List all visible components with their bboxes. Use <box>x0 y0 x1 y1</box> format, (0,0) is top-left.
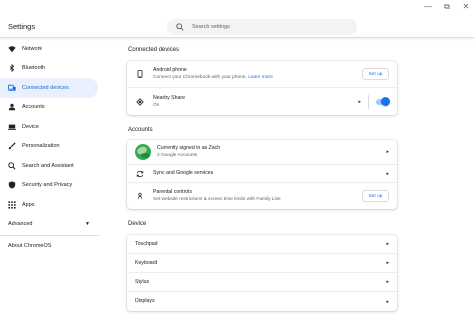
person-icon <box>8 103 16 111</box>
device-row-keyboard[interactable]: Keyboard ▸ <box>127 254 397 273</box>
device-row-touchpad[interactable]: Touchpad ▸ <box>127 235 397 254</box>
apps-grid-icon <box>8 201 16 209</box>
android-phone-row: Android phone Connect your Chromebook wi… <box>127 61 397 88</box>
header: Settings <box>0 0 474 38</box>
nearby-share-row[interactable]: Nearby Share On ▸ <box>127 88 397 115</box>
sidebar: Network Bluetooth Connected devices Acco… <box>0 39 100 256</box>
sidebar-item-about[interactable]: About ChromeOS <box>0 237 100 256</box>
chevron-right-icon[interactable]: ▸ <box>386 241 389 247</box>
main-content: Connected devices Android phone Connect … <box>120 39 410 311</box>
sidebar-advanced[interactable]: Advanced ▼ <box>0 215 98 234</box>
search-icon <box>8 162 16 170</box>
vertical-divider <box>368 94 369 109</box>
sidebar-item-security-and-privacy[interactable]: Security and Privacy <box>0 176 98 196</box>
toggle-knob <box>381 97 390 106</box>
android-phone-setup-button[interactable]: Set up <box>362 68 389 80</box>
chevron-right-icon[interactable]: ▸ <box>386 260 389 266</box>
android-phone-subtitle: Connect your Chromebook with your phone.… <box>153 75 273 80</box>
shield-icon <box>8 181 16 189</box>
section-title-device: Device <box>128 221 147 227</box>
sidebar-item-label: Device <box>22 123 39 130</box>
sidebar-item-label: Apps <box>22 201 35 208</box>
device-row-stylus[interactable]: Stylus ▸ <box>127 273 397 292</box>
sidebar-item-label: Connected devices <box>22 84 69 91</box>
section-title-accounts: Accounts <box>128 127 153 133</box>
parental-controls-subtitle: Set website restrictions & screen time l… <box>153 197 281 202</box>
phone-icon <box>135 69 145 79</box>
device-card: Touchpad ▸ Keyboard ▸ Stylus ▸ Displays … <box>127 235 397 311</box>
sync-row[interactable]: Sync and Google services ▸ <box>127 165 397 183</box>
learn-more-link[interactable]: Learn more <box>248 75 273 80</box>
wifi-icon <box>8 45 16 53</box>
sync-title: Sync and Google services <box>153 170 214 176</box>
parental-controls-row: Parental controls Set website restrictio… <box>127 183 397 209</box>
sidebar-item-apps[interactable]: Apps <box>0 195 98 215</box>
chevron-right-icon[interactable]: ▸ <box>386 299 389 305</box>
search-box[interactable] <box>167 19 357 35</box>
caret-down-icon: ▼ <box>85 221 90 227</box>
device-row-label: Displays <box>135 298 155 304</box>
parental-controls-title: Parental controls <box>153 189 192 195</box>
android-phone-title: Android phone <box>153 67 187 73</box>
sidebar-item-label: Accounts <box>22 104 45 111</box>
section-title-connected-devices: Connected devices <box>128 47 180 53</box>
family-link-icon <box>135 191 145 201</box>
device-row-label: Keyboard <box>135 259 158 266</box>
nearby-share-icon <box>135 97 145 107</box>
sidebar-item-label: About ChromeOS <box>8 243 52 249</box>
sidebar-item-personalization[interactable]: Personalization <box>0 137 98 157</box>
sidebar-item-network[interactable]: Network <box>0 39 98 59</box>
sidebar-item-device[interactable]: Device <box>0 117 98 137</box>
signed-in-title: Currently signed in as Zach <box>157 145 221 151</box>
sidebar-item-label: Network <box>22 45 43 52</box>
nearby-share-status: On <box>153 102 160 108</box>
device-row-label: Stylus <box>135 278 150 285</box>
signed-in-row[interactable]: Currently signed in as Zach 2 Google Acc… <box>127 140 397 165</box>
accounts-card: Currently signed in as Zach 2 Google Acc… <box>127 140 397 209</box>
laptop-icon <box>8 123 16 131</box>
minimize-button[interactable]: — <box>424 3 432 11</box>
sidebar-divider <box>0 234 100 236</box>
connected-devices-icon <box>8 84 16 92</box>
device-row-label: Touchpad <box>135 240 158 247</box>
brush-icon <box>8 142 16 150</box>
chevron-right-icon[interactable]: ▸ <box>386 149 389 155</box>
sidebar-item-label: Search and Assistant <box>22 162 74 169</box>
sidebar-item-bluetooth[interactable]: Bluetooth <box>0 59 98 79</box>
avatar <box>135 144 151 160</box>
chevron-right-icon[interactable]: ▸ <box>358 99 361 105</box>
search-icon <box>176 18 184 36</box>
sidebar-item-connected-devices[interactable]: Connected devices <box>0 78 98 98</box>
app-title: Settings <box>8 22 36 31</box>
sidebar-item-label: Security and Privacy <box>22 182 73 189</box>
window-controls: — ⧉ ✕ <box>424 3 470 11</box>
sidebar-item-accounts[interactable]: Accounts <box>0 98 98 118</box>
sidebar-item-label: Personalization <box>22 143 60 150</box>
google-accounts-count: 2 Google Accounts <box>157 153 198 158</box>
nearby-share-toggle[interactable] <box>376 97 390 106</box>
parental-controls-setup-button[interactable]: Set up <box>362 190 389 202</box>
sidebar-item-search-and-assistant[interactable]: Search and Assistant <box>0 156 98 176</box>
device-row-displays[interactable]: Displays ▸ <box>127 292 397 311</box>
advanced-label: Advanced <box>8 221 33 227</box>
chevron-right-icon[interactable]: ▸ <box>386 171 389 177</box>
sync-icon <box>135 169 145 179</box>
maximize-button[interactable]: ⧉ <box>443 3 451 11</box>
bluetooth-icon <box>8 64 16 73</box>
close-button[interactable]: ✕ <box>462 3 470 11</box>
chevron-right-icon[interactable]: ▸ <box>386 279 389 285</box>
connected-devices-card: Android phone Connect your Chromebook wi… <box>127 61 397 115</box>
nearby-share-title: Nearby Share <box>153 94 186 101</box>
sidebar-item-label: Bluetooth <box>22 65 46 72</box>
search-input[interactable] <box>192 24 342 30</box>
